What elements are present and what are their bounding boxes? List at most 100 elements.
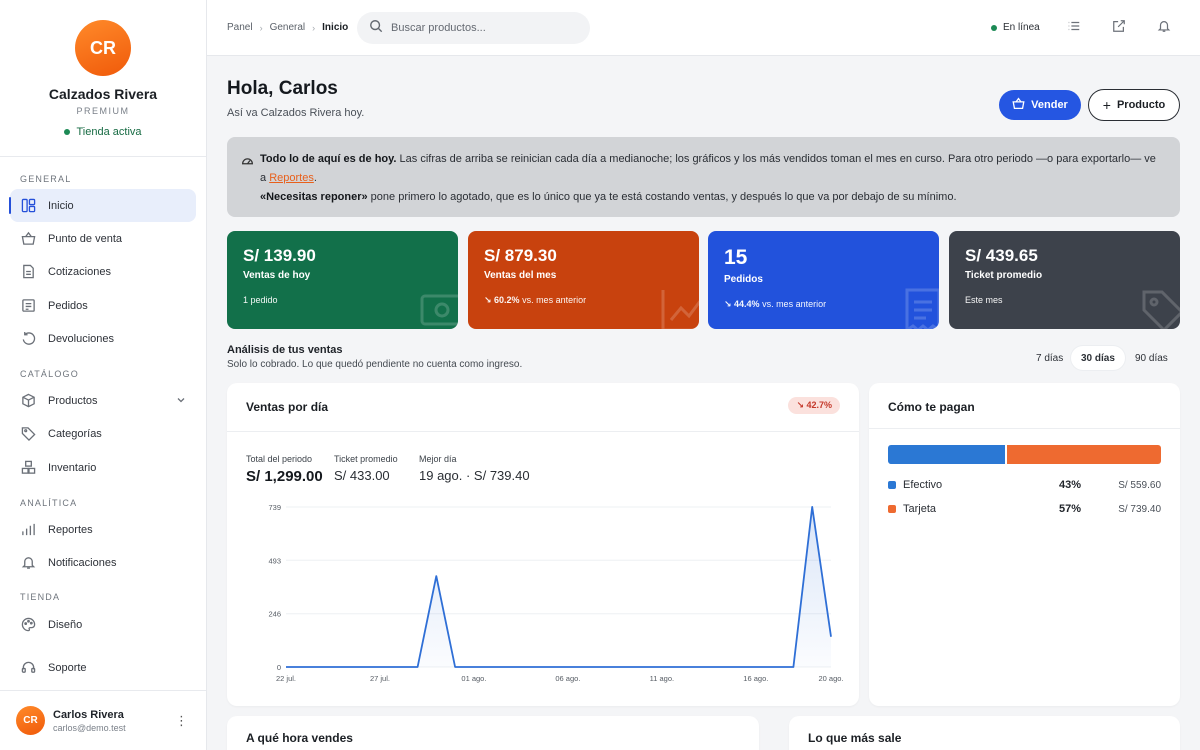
sidebar-item-pedidos[interactable]: Pedidos xyxy=(10,289,196,322)
x-tick-label: 20 ago. xyxy=(818,674,843,683)
search-input[interactable] xyxy=(391,22,571,34)
range-90-dias[interactable]: 90 días xyxy=(1125,346,1178,370)
kpi-ventas-hoy[interactable]: S/ 139.90 Ventas de hoy 1 pedido xyxy=(227,231,458,329)
trend-badge: ↘ 42.7% xyxy=(788,397,840,414)
sidebar-item-label: Inicio xyxy=(48,199,74,212)
kpi-foot: ↘ 60.2% vs. mes anterior xyxy=(484,295,587,305)
store-name: Calzados Rivera xyxy=(48,86,158,102)
dashboard-icon xyxy=(20,198,36,214)
sidebar-item-label: Cotizaciones xyxy=(48,265,111,278)
sidebar-item-categorias[interactable]: Categorías xyxy=(10,417,196,450)
sidebar-item-label: Punto de venta xyxy=(48,232,123,245)
add-product-label: Producto xyxy=(1116,99,1166,111)
payment-segment-tarjeta xyxy=(1006,445,1161,464)
kpi-label: Ticket promedio xyxy=(965,270,1043,281)
payment-segment-efectivo xyxy=(888,445,1005,464)
kpi-value: S/ 879.30 xyxy=(484,246,557,265)
x-tick-label: 16 ago. xyxy=(743,674,768,683)
undo-icon xyxy=(20,331,36,347)
sidebar-item-diseno[interactable]: Diseño xyxy=(10,608,196,641)
y-tick-label: 739 xyxy=(268,503,281,512)
page-subtitle: Así va Calzados Rivera hoy. xyxy=(227,107,365,119)
y-tick-label: 493 xyxy=(268,556,281,565)
card-title: A qué hora vendes xyxy=(246,731,353,745)
range-30-dias[interactable]: 30 días xyxy=(1071,346,1125,370)
divider xyxy=(869,428,1180,429)
sales-per-day-card: Ventas por día ↘ 42.7% Total del periodo… xyxy=(227,383,859,706)
sidebar-item-inicio[interactable]: Inicio xyxy=(9,189,196,222)
x-tick-label: 27 jul. xyxy=(370,674,390,683)
kpi-pedidos[interactable]: 15 Pedidos ↘ 44.4% vs. mes anterior xyxy=(708,231,939,329)
notice-strong-1: Todo lo de aquí es de hoy. xyxy=(260,153,397,165)
sidebar-item-inventario[interactable]: Inventario xyxy=(10,451,196,484)
notice-text-3: pone primero lo agotado, que es lo único… xyxy=(367,191,957,203)
more-vertical-icon[interactable]: ⋮ xyxy=(175,713,188,729)
sidebar-item-label: Diseño xyxy=(48,618,83,631)
hours-card: A qué hora vendes xyxy=(227,716,759,750)
nav-section-general: GENERAL xyxy=(20,174,72,184)
user-email: carlos@demo.test xyxy=(53,722,126,733)
chevron-down-icon[interactable] xyxy=(176,395,186,408)
breadcrumb-general[interactable]: General xyxy=(270,22,306,33)
bell-icon xyxy=(20,555,36,571)
search-icon xyxy=(369,19,383,38)
nav-section-store: TIENDA xyxy=(20,592,61,602)
document-icon xyxy=(20,264,36,280)
y-tick-label: 0 xyxy=(277,663,281,672)
store-status: Tienda activa xyxy=(64,126,142,138)
sidebar-item-soporte[interactable]: Soporte xyxy=(10,651,196,684)
kpi-value: 15 xyxy=(724,246,748,269)
stat-total: Total del periodo S/ 1,299.00 xyxy=(246,454,323,485)
legend-swatch xyxy=(888,505,896,513)
kpi-ticket-promedio[interactable]: S/ 439.65 Ticket promedio Este mes xyxy=(949,231,1180,329)
analysis-subtitle: Solo lo cobrado. Lo que quedó pendiente … xyxy=(227,359,523,370)
sidebar-item-cotizaciones[interactable]: Cotizaciones xyxy=(10,255,196,288)
kpi-value: S/ 139.90 xyxy=(243,246,316,265)
search-box[interactable] xyxy=(357,12,590,44)
payment-pct: 57% xyxy=(1058,503,1081,515)
sidebar-item-reportes[interactable]: Reportes xyxy=(10,513,196,546)
user-profile[interactable]: CR Carlos Rivera carlos@demo.test ⋮ xyxy=(0,690,206,750)
status-dot-icon xyxy=(64,129,71,135)
sidebar-item-label: Pedidos xyxy=(48,299,88,312)
reports-link[interactable]: Reportes xyxy=(269,172,314,184)
store-avatar[interactable]: CR xyxy=(75,20,131,76)
payment-amount: S/ 559.60 xyxy=(1118,479,1161,491)
sidebar-item-label: Devoluciones xyxy=(48,332,115,345)
breadcrumb-panel[interactable]: Panel xyxy=(227,22,253,33)
avatar[interactable]: CR xyxy=(16,706,45,735)
sidebar-item-productos[interactable]: Productos xyxy=(10,384,196,417)
card-title: Cómo te pagan xyxy=(888,400,975,414)
kpi-foot: 1 pedido xyxy=(243,295,278,305)
external-link-icon[interactable] xyxy=(1112,19,1128,35)
sidebar-item-label: Notificaciones xyxy=(48,556,117,569)
range-7-dias[interactable]: 7 días xyxy=(1026,346,1073,370)
headset-icon xyxy=(20,660,36,676)
analysis-title: Análisis de tus ventas xyxy=(227,344,343,356)
kpi-ventas-mes[interactable]: S/ 879.30 Ventas del mes ↘ 60.2% vs. mes… xyxy=(468,231,699,329)
payment-pct: 43% xyxy=(1058,479,1081,491)
basket-icon xyxy=(20,231,36,247)
chevron-right-icon: › xyxy=(312,22,316,33)
payment-name: Tarjeta xyxy=(903,503,937,515)
kpi-value: S/ 439.65 xyxy=(965,246,1038,265)
series-area xyxy=(286,506,831,667)
sales-line-chart[interactable]: 0 246 493 739 22 jul. 27 jul. 01 ago. 06 ago. 11… xyxy=(227,495,859,695)
nav-section-catalog: CATÁLOGO xyxy=(20,369,79,379)
bell-icon[interactable] xyxy=(1157,19,1173,35)
card-title: Ventas por día xyxy=(246,400,329,414)
sidebar-item-label: Soporte xyxy=(48,661,87,674)
chevron-right-icon: › xyxy=(259,22,263,33)
sidebar-item-notificaciones[interactable]: Notificaciones xyxy=(10,546,196,579)
payment-split-bar xyxy=(888,445,1161,464)
plus-icon: + xyxy=(1102,97,1111,113)
add-product-button[interactable]: + Producto xyxy=(1088,89,1180,121)
sidebar-item-punto-de-venta[interactable]: Punto de venta xyxy=(10,222,196,255)
palette-icon xyxy=(20,617,36,633)
sell-button[interactable]: Vender xyxy=(999,90,1081,120)
list-icon[interactable] xyxy=(1067,19,1083,35)
sidebar-item-label: Inventario xyxy=(48,461,97,474)
sidebar-item-devoluciones[interactable]: Devoluciones xyxy=(10,322,196,355)
online-dot-icon xyxy=(991,24,997,31)
gauge-icon xyxy=(241,154,254,174)
